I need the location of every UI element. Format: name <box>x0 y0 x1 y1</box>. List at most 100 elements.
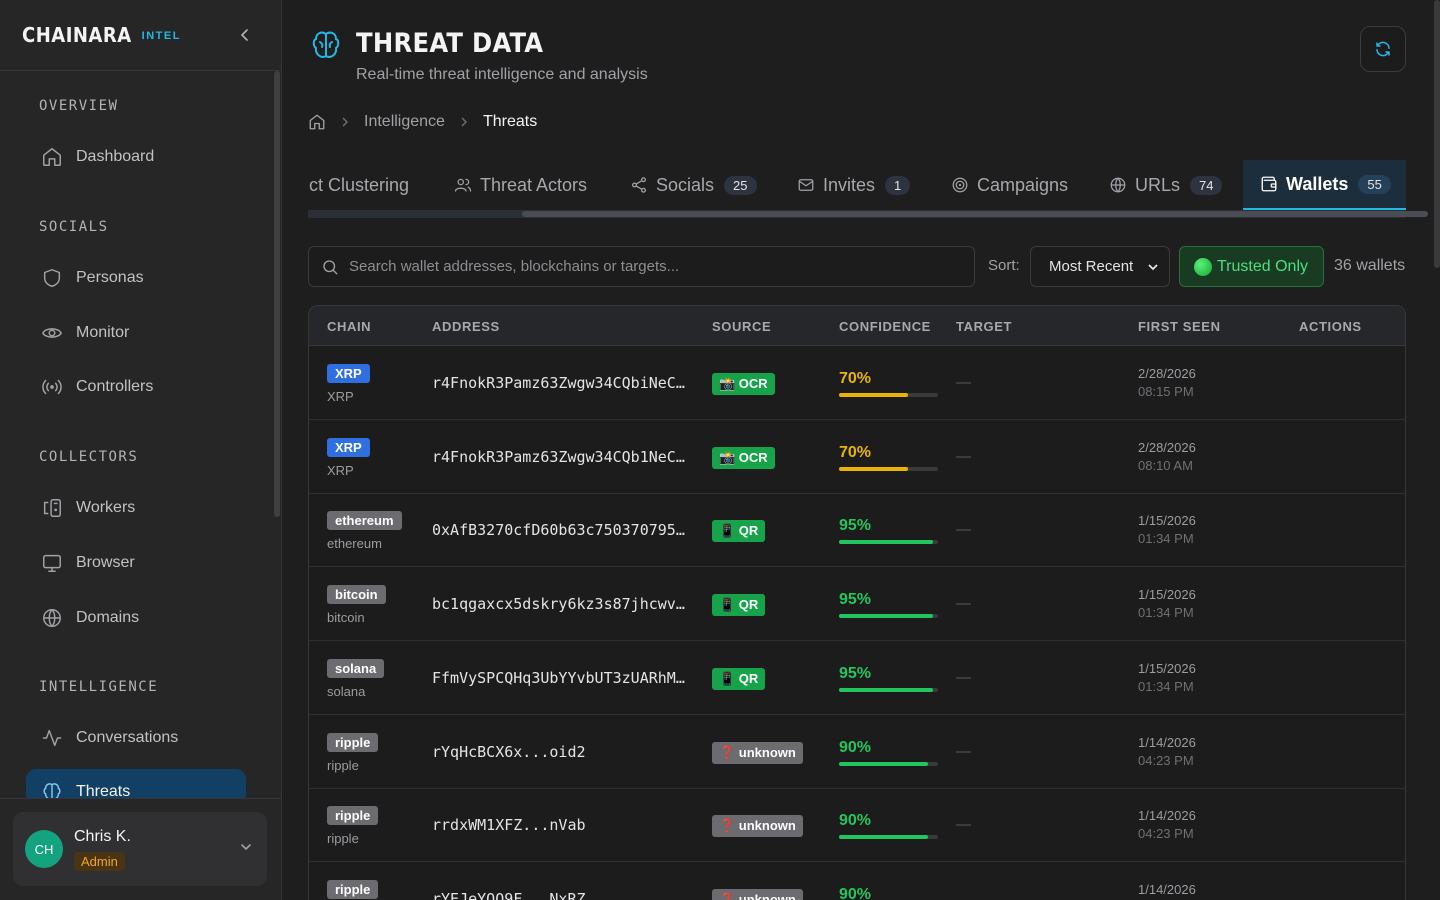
first-seen-date: 1/14/2026 <box>1138 808 1196 824</box>
tab-wallets[interactable]: Wallets 55 <box>1243 160 1406 210</box>
confidence-bar <box>839 687 938 692</box>
sort-select[interactable]: Most Recent <box>1030 246 1170 287</box>
sidebar-item-workers[interactable]: Workers <box>26 485 246 531</box>
column-header[interactable]: FIRST SEEN <box>1138 319 1221 334</box>
first-seen-date: 2/28/2026 <box>1138 439 1196 455</box>
section-title-socials: SOCIALS <box>39 219 109 235</box>
app-root: CHAINARA INTEL OVERVIEW Dashboard SOCIAL… <box>0 0 1440 900</box>
first-seen: 1/15/2026 01:34 PM <box>1138 586 1196 622</box>
tabs-scrollbar[interactable] <box>308 210 1428 218</box>
sidebar-item-label: Browser <box>76 554 135 571</box>
target-value: — <box>956 668 971 686</box>
target-value: — <box>956 742 971 760</box>
search-input[interactable] <box>349 258 959 275</box>
sidebar-item-threats[interactable]: Threats <box>26 769 246 798</box>
wallet-address[interactable]: bc1qgaxcx5dskry6kz3s87jhcwv… <box>432 595 685 613</box>
tab-count-badge: 55 <box>1358 174 1391 194</box>
tab-urls[interactable]: URLs 74 <box>1109 160 1223 210</box>
chevron-down-icon <box>1148 264 1158 271</box>
wallet-address[interactable]: rYqHcBCX6x...oid2 <box>432 743 586 761</box>
first-seen: 1/14/2026 <box>1138 881 1196 899</box>
tab-label: URLs <box>1135 174 1181 195</box>
sidebar-item-domains[interactable]: Domains <box>26 595 246 641</box>
first-seen-time: 01:34 PM <box>1138 605 1194 621</box>
page-scrollbar[interactable] <box>1434 0 1440 268</box>
table-row[interactable]: ripple rYEJeYQQ9F...NxRZ ❓ unknown 90% 1/14/… <box>309 862 1405 900</box>
first-seen-time: 08:10 AM <box>1138 457 1193 473</box>
confidence-bar <box>839 761 938 766</box>
tab-count-badge: 74 <box>1190 175 1223 195</box>
tab-invites[interactable]: Invites 1 <box>797 160 911 210</box>
target-value: — <box>956 374 971 391</box>
confidence-bar <box>839 614 938 619</box>
first-seen-date: 1/15/2026 <box>1138 587 1196 603</box>
column-header[interactable]: ADDRESS <box>432 319 500 334</box>
sidebar-item-label: Personas <box>76 269 144 286</box>
users-icon <box>454 176 472 194</box>
sidebar-item-conversations[interactable]: Conversations <box>26 715 246 761</box>
first-seen-time: 01:34 PM <box>1138 678 1194 694</box>
page-title: THREAT DATA <box>356 28 544 59</box>
table-row[interactable]: ripple ripple rrdxWM1XFZ...nVab ❓ unknown 90… <box>309 788 1405 863</box>
table-row[interactable]: XRP XRP r4FnokR3Pamz63Zwgw34CQbiNeC… 📸 OCR 7… <box>309 346 1405 420</box>
tab-count-badge: 1 <box>885 175 911 195</box>
sidebar-item-browser[interactable]: Browser <box>26 540 246 586</box>
tab-label: ict Clustering <box>308 174 410 195</box>
home-icon[interactable] <box>308 113 326 131</box>
column-header[interactable]: SOURCE <box>712 319 771 334</box>
table-row[interactable]: ripple ripple rYqHcBCX6x...oid2 ❓ unknown 90… <box>309 715 1405 789</box>
source-badge: ❓ unknown <box>712 815 803 838</box>
first-seen-date: 1/14/2026 <box>1138 881 1196 897</box>
tab-clustering[interactable]: ict Clustering <box>308 160 409 210</box>
table-row[interactable]: bitcoin bitcoin bc1qgaxcx5dskry6kz3s87jhcw… <box>309 567 1405 642</box>
sidebar-item-dashboard[interactable]: Dashboard <box>26 134 246 180</box>
wallet-address[interactable]: 0xAfB3270cfD60b63c750370795… <box>432 521 685 539</box>
confidence: 90% <box>839 886 939 900</box>
sidebar-item-label: Dashboard <box>76 148 155 165</box>
table-row[interactable]: solana solana FfmVySPCQHq3UbYYvbUT3zUARhM…… <box>309 641 1405 715</box>
chain-name: bitcoin <box>327 610 365 626</box>
wallet-address[interactable]: r4FnokR3Pamz63Zwgw34CQbiNeC… <box>432 374 685 392</box>
tab-socials[interactable]: Socials 25 <box>630 160 757 210</box>
user-menu[interactable]: CH Chris K. Admin <box>13 812 267 886</box>
source-badge: 📱 QR <box>712 594 766 617</box>
confidence-bar-fill <box>839 687 934 692</box>
confidence-value: 95% <box>839 664 872 682</box>
wallet-address[interactable]: r4FnokR3Pamz63Zwgw34CQb1NeC… <box>432 448 685 466</box>
user-info: Chris K. Admin <box>74 828 131 871</box>
page-subtitle: Real-time threat intelligence and analys… <box>356 66 648 83</box>
wallet-icon <box>1260 175 1278 193</box>
chain-badge: XRP <box>327 437 370 457</box>
shield-icon <box>40 266 64 290</box>
sidebar-item-personas[interactable]: Personas <box>26 255 246 301</box>
tab-threat-actors[interactable]: Threat Actors <box>454 160 587 210</box>
chevron-right-icon <box>340 117 350 127</box>
chain-badge: ripple <box>327 806 379 826</box>
column-header[interactable]: CHAIN <box>327 319 371 334</box>
brand: CHAINARA INTEL <box>0 0 281 71</box>
sidebar-scrollbar[interactable] <box>274 71 280 517</box>
sidebar-item-label: Domains <box>76 609 140 626</box>
tabs-scrollbar-thumb[interactable] <box>522 211 1428 217</box>
wallet-address[interactable]: FfmVySPCQHq3UbYYvbUT3zUARhM… <box>432 669 685 687</box>
table-row[interactable]: ethereum ethereum 0xAfB3270cfD60b63c750370… <box>309 493 1405 568</box>
tab-campaigns[interactable]: Campaigns <box>951 160 1068 210</box>
trusted-only-toggle[interactable]: Trusted Only <box>1179 246 1324 287</box>
confidence-bar <box>839 393 938 397</box>
first-seen-time: 08:15 PM <box>1138 384 1194 399</box>
table-row[interactable]: XRP XRP r4FnokR3Pamz63Zwgw34CQb1NeC… 📸 OCR 7… <box>309 420 1405 494</box>
collapse-sidebar-button[interactable] <box>234 24 256 46</box>
sidebar-item-controllers[interactable]: Controllers <box>26 364 246 410</box>
wallet-address[interactable]: rrdxWM1XFZ...nVab <box>432 816 586 834</box>
target-value: — <box>956 521 971 539</box>
sidebar-item-monitor[interactable]: Monitor <box>26 310 246 356</box>
refresh-button[interactable] <box>1360 26 1406 72</box>
column-header[interactable]: TARGET <box>956 319 1012 334</box>
breadcrumb-intelligence[interactable]: Intelligence <box>364 113 445 131</box>
eye-icon <box>40 321 64 345</box>
first-seen: 1/14/2026 04:23 PM <box>1138 807 1196 843</box>
column-header[interactable]: CONFIDENCE <box>839 319 931 334</box>
share-icon <box>630 176 648 194</box>
chain-badge: ripple <box>327 879 379 899</box>
wallet-address[interactable]: rYEJeYQQ9F...NxRZ <box>432 890 586 900</box>
